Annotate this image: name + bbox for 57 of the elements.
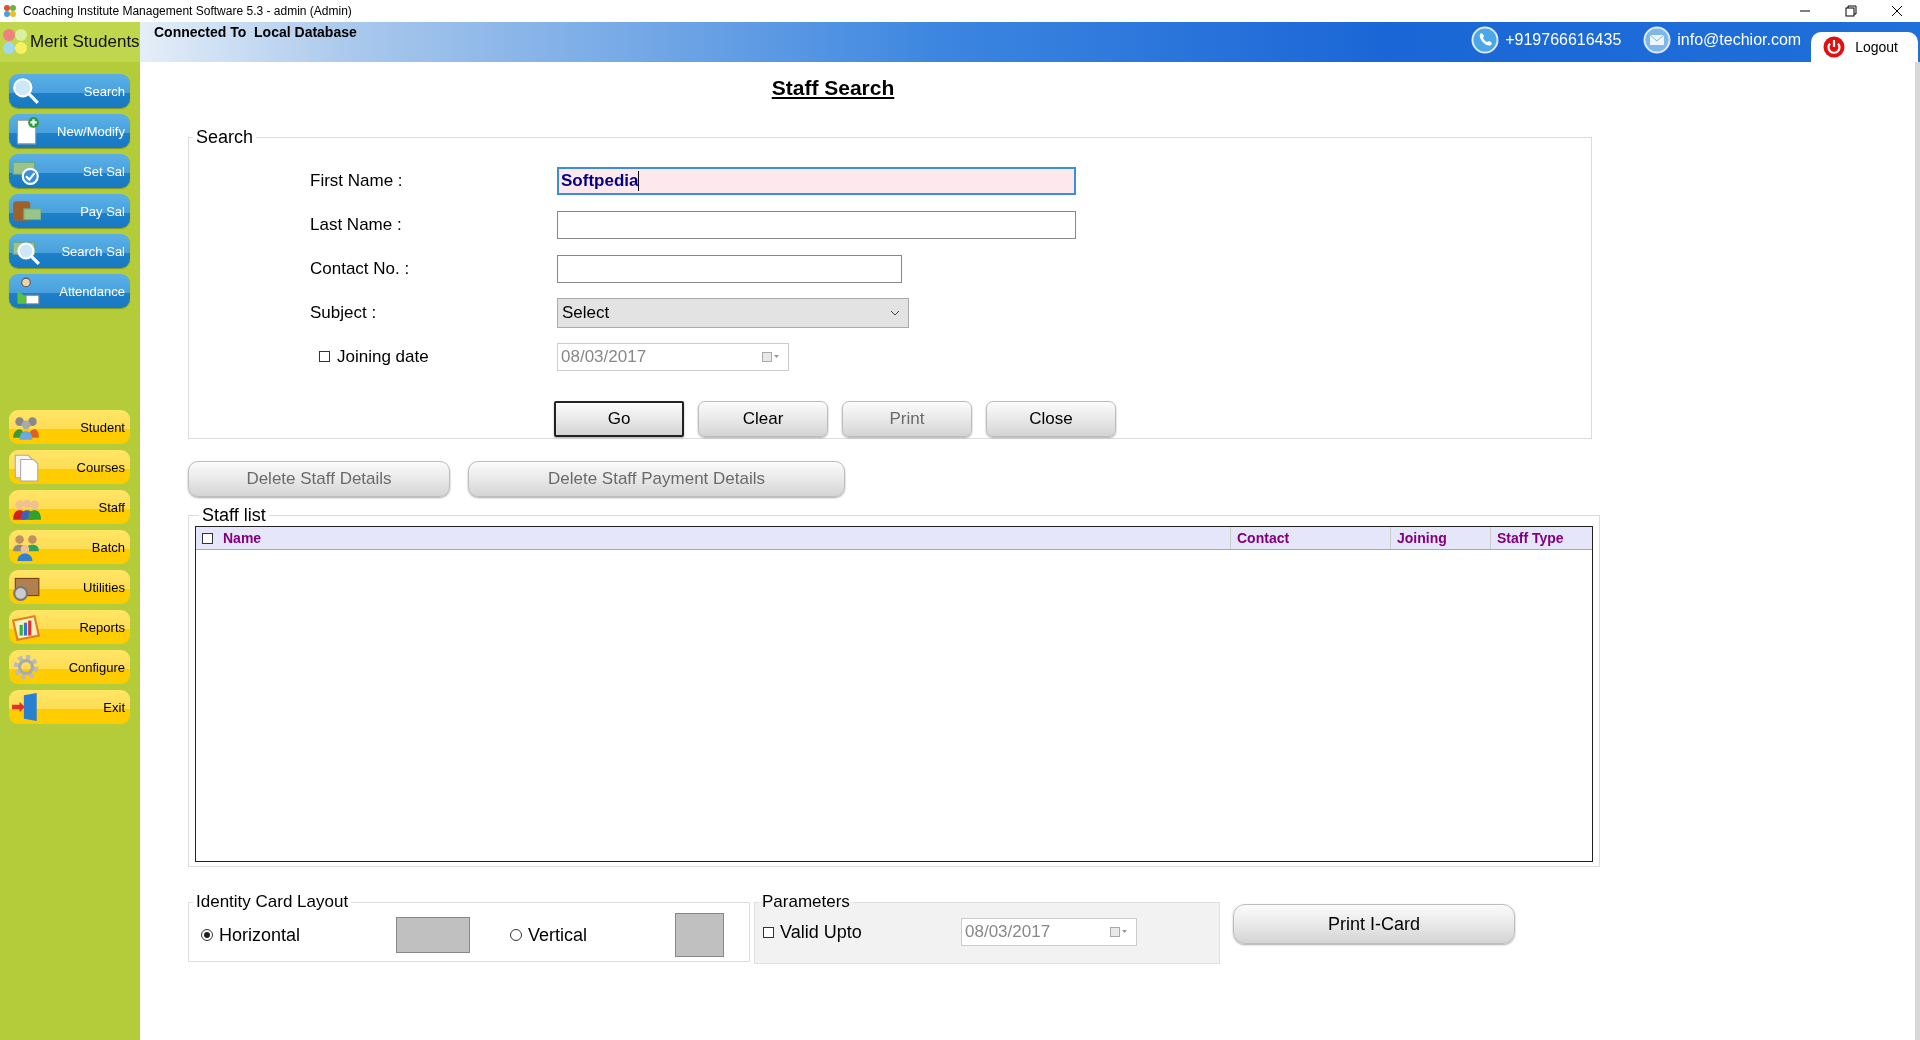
calendar-icon — [1110, 927, 1128, 937]
field-label: Contact No. : — [310, 258, 410, 279]
mail-icon — [1643, 26, 1672, 54]
phone-number: +919766616435 — [1505, 31, 1622, 49]
field-label: Last Name : — [310, 214, 402, 235]
form-button[interactable]: Clear — [698, 401, 828, 437]
app-logo-icon — [3, 4, 17, 18]
logout-button[interactable]: Logout — [1811, 32, 1918, 62]
sidebar-icon — [11, 532, 41, 562]
sidebar-button[interactable]: Batch — [9, 530, 130, 564]
radio-button[interactable] — [201, 929, 213, 941]
text-field[interactable] — [557, 210, 1076, 239]
phone-icon — [1471, 26, 1500, 54]
logo-icon — [2, 27, 28, 57]
field-label: Joining date — [337, 346, 429, 367]
staff-list-group: Staff list Name Contact Joining Staff Type — [188, 505, 1600, 867]
form-button[interactable]: Go — [554, 401, 684, 437]
sidebar-icon — [11, 76, 41, 106]
checkbox[interactable] — [319, 351, 330, 362]
form-button[interactable]: Close — [986, 401, 1116, 437]
checkbox[interactable] — [763, 926, 774, 938]
sidebar-button[interactable]: Staff — [9, 490, 130, 524]
parameters-group: Parameters Valid Upto 08/03/2017 — [754, 892, 1220, 964]
sidebar-button[interactable]: Student — [9, 410, 130, 444]
page-title: Staff Search — [770, 75, 896, 101]
app-name: Merit Students — [30, 32, 140, 52]
sidebar-button[interactable]: Reports — [9, 610, 130, 644]
window-title: Coaching Institute Management Software 5.3 - admin (Admin) — [23, 4, 352, 18]
text-field[interactable] — [557, 254, 902, 283]
id-card-layout-group: Identity Card Layout Horizontal Vertical — [188, 892, 750, 962]
connection-status: Connected To Local Database — [153, 23, 357, 40]
email-address: info@techior.com — [1677, 31, 1802, 49]
print-id-card-button[interactable]: Print I-Card — [1233, 904, 1515, 944]
date-picker[interactable]: 08/03/2017 — [961, 918, 1137, 946]
sidebar-button[interactable]: Utilities — [9, 570, 130, 604]
card-preview — [675, 913, 724, 957]
date-picker[interactable]: 08/03/2017 — [557, 342, 789, 371]
radio-button[interactable] — [510, 929, 522, 941]
power-icon — [1823, 36, 1846, 58]
chevron-down-icon — [890, 309, 900, 316]
field-label: Subject : — [310, 302, 377, 323]
column-header: Name — [223, 530, 262, 546]
sidebar-button[interactable]: Exit — [9, 690, 130, 724]
sidebar-button[interactable]: Courses — [9, 450, 130, 484]
sidebar-button[interactable]: Configure — [9, 650, 130, 684]
sidebar-icon — [11, 612, 41, 642]
checkbox[interactable] — [202, 532, 213, 544]
field-label: First Name : — [310, 170, 403, 191]
calendar-icon — [762, 351, 780, 362]
column-header: Staff Type — [1497, 530, 1564, 546]
radio-label: Vertical — [528, 924, 589, 946]
sidebar-icon — [11, 652, 41, 682]
subject-dropdown[interactable]: Select — [557, 297, 909, 328]
checkbox-label: Valid Upto — [780, 921, 863, 943]
radio-label: Horizontal — [219, 924, 302, 946]
column-header: Joining — [1397, 530, 1447, 546]
column-header: Contact — [1237, 530, 1290, 546]
